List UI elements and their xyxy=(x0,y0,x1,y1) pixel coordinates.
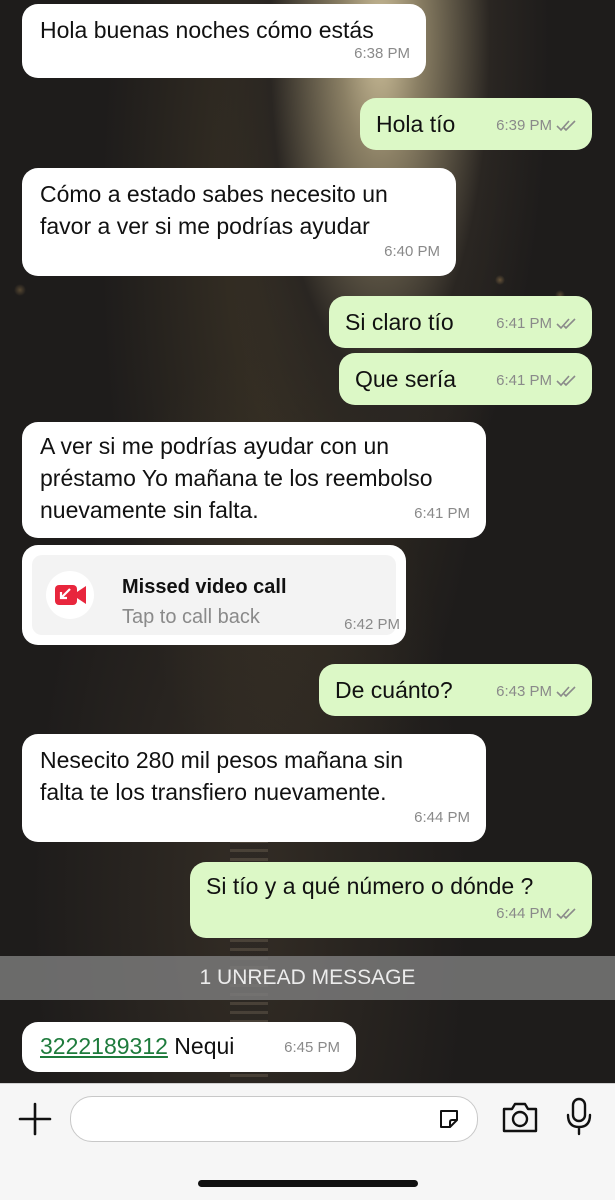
camera-icon[interactable] xyxy=(500,1099,540,1135)
message-time-text: 6:43 PM xyxy=(496,683,552,700)
outgoing-message[interactable]: Si tío y a qué número o dónde ? 6:44 PM xyxy=(190,862,592,938)
message-time-text: 6:41 PM xyxy=(496,315,552,332)
message-text: A ver si me podrías ayudar con un présta… xyxy=(40,433,433,523)
message-text: Nesecito 280 mil pesos mañana sin falta … xyxy=(40,747,404,805)
message-text: Cómo a estado sabes necesito un favor a … xyxy=(40,181,388,239)
message-input[interactable] xyxy=(70,1096,478,1142)
incoming-message[interactable]: Nesecito 280 mil pesos mañana sin falta … xyxy=(22,734,486,842)
message-time: 6:38 PM xyxy=(354,45,410,62)
read-ticks-icon xyxy=(556,120,576,132)
incoming-message[interactable]: Hola buenas noches cómo estás 6:38 PM xyxy=(22,4,426,78)
message-time: 6:40 PM xyxy=(384,243,440,260)
message-text: Hola buenas noches cómo estás xyxy=(40,17,374,43)
message-time: 6:45 PM xyxy=(284,1039,340,1056)
read-ticks-icon xyxy=(556,686,576,698)
chat-screen: Hola buenas noches cómo estás 6:38 PM Ho… xyxy=(0,0,615,1200)
home-indicator[interactable] xyxy=(198,1180,418,1187)
read-ticks-icon xyxy=(556,908,576,920)
message-time-text: 6:39 PM xyxy=(496,117,552,134)
message-time: 6:41 PM xyxy=(496,365,578,397)
message-time-text: 6:44 PM xyxy=(496,905,552,922)
phone-number-link[interactable]: 3222189312 xyxy=(40,1033,168,1059)
missed-call-subtitle: Tap to call back xyxy=(122,606,260,628)
incoming-message[interactable]: 3222189312 Nequi 6:45 PM xyxy=(22,1022,356,1072)
message-time: 6:39 PM xyxy=(496,110,578,142)
outgoing-message[interactable]: Que sería 6:41 PM xyxy=(339,353,592,405)
missed-call-title: Missed video call xyxy=(122,576,287,598)
read-ticks-icon xyxy=(556,318,576,330)
message-time: 6:43 PM xyxy=(496,676,578,708)
microphone-icon[interactable] xyxy=(564,1096,594,1136)
message-time: 6:41 PM xyxy=(414,505,470,522)
message-time: 6:41 PM xyxy=(496,308,578,340)
read-ticks-icon xyxy=(556,375,576,387)
message-time: 6:44 PM xyxy=(496,898,578,930)
plus-icon[interactable] xyxy=(16,1100,54,1138)
sticker-icon[interactable] xyxy=(437,1107,461,1131)
outgoing-message[interactable]: De cuánto? 6:43 PM xyxy=(319,664,592,716)
missed-video-call-icon xyxy=(46,571,94,619)
outgoing-message[interactable]: Si claro tío 6:41 PM xyxy=(329,296,592,348)
message-time-text: 6:41 PM xyxy=(496,372,552,389)
message-time: 6:42 PM xyxy=(344,616,400,633)
message-text: Nequi xyxy=(167,1033,235,1059)
message-time: 6:44 PM xyxy=(414,809,470,826)
incoming-message[interactable]: A ver si me podrías ayudar con un présta… xyxy=(22,422,486,538)
outgoing-message[interactable]: Hola tío 6:39 PM xyxy=(360,98,592,150)
unread-divider: 1 UNREAD MESSAGE xyxy=(0,956,615,1000)
incoming-message[interactable]: Cómo a estado sabes necesito un favor a … xyxy=(22,168,456,276)
missed-video-call-message[interactable]: Missed video call Tap to call back 6:42 … xyxy=(22,545,406,645)
missed-call-card[interactable]: Missed video call Tap to call back 6:42 … xyxy=(32,555,400,635)
